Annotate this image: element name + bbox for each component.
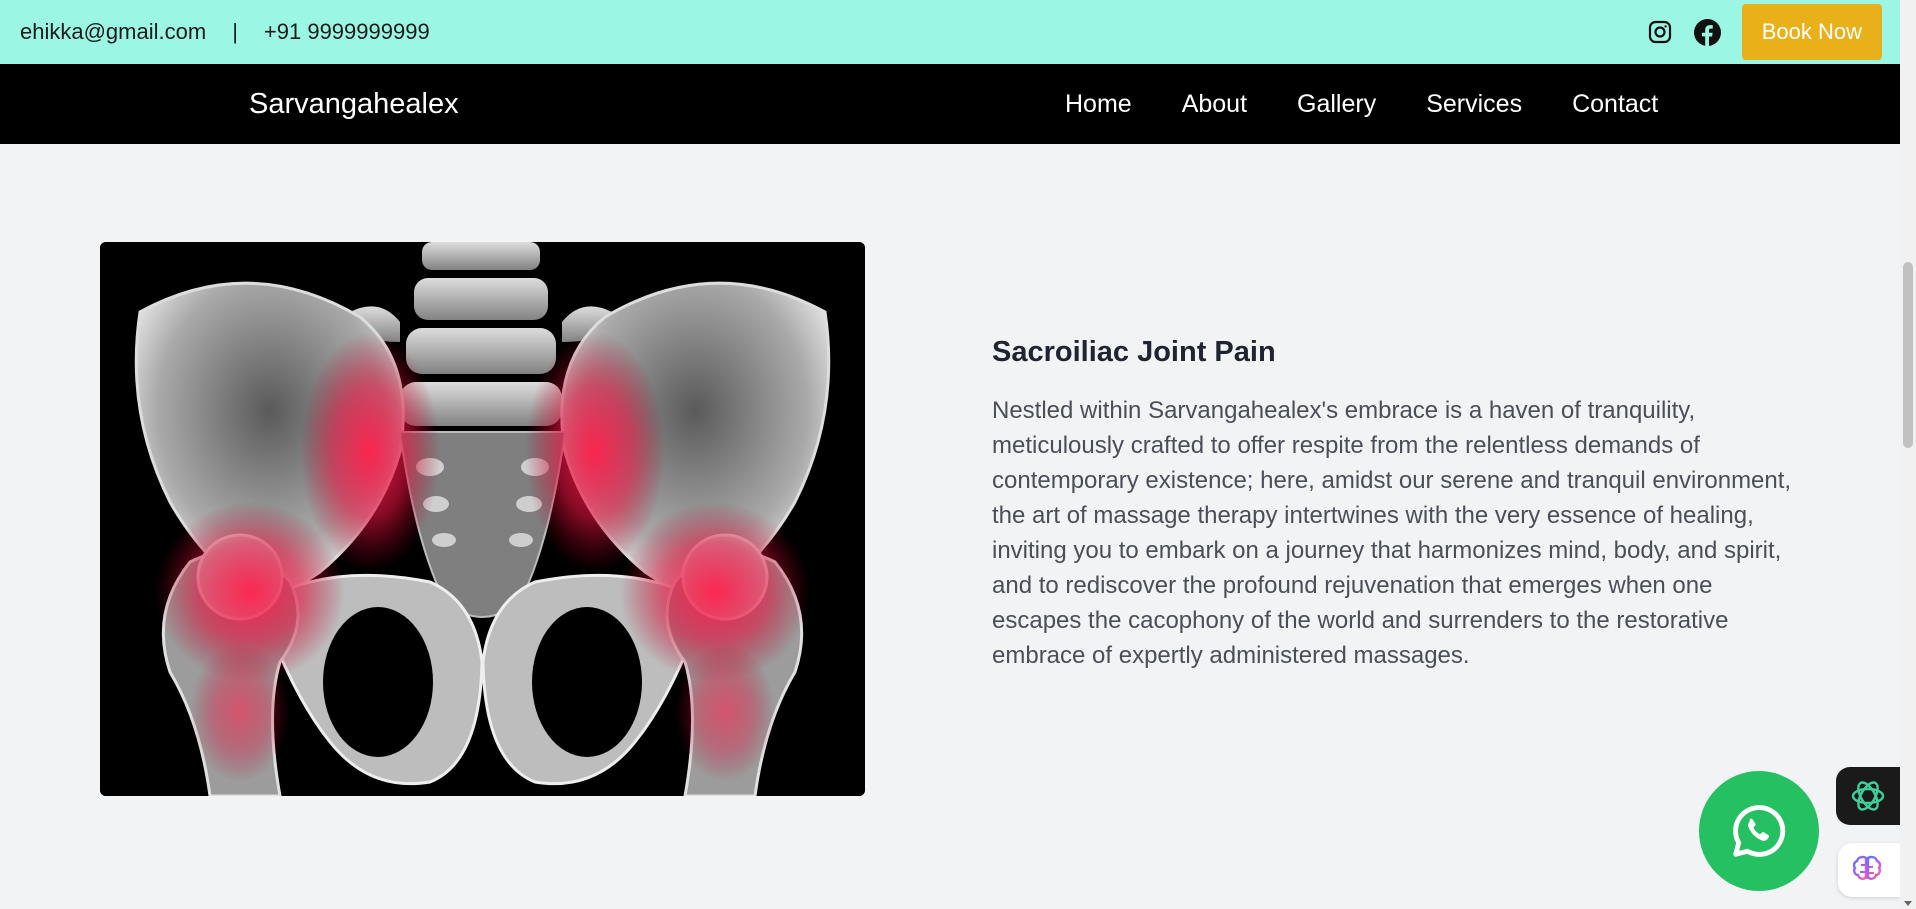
nav-home[interactable]: Home <box>1065 90 1132 119</box>
book-now-button[interactable]: Book Now <box>1741 4 1882 60</box>
contact-separator: | <box>232 19 238 44</box>
top-contact-bar: ehikka@gmail.com | +91 9999999999 Book N… <box>0 0 1900 64</box>
contact-email[interactable]: ehikka@gmail.com <box>20 19 206 45</box>
nav-links: Home About Gallery Services Contact <box>1065 90 1658 119</box>
nav-gallery[interactable]: Gallery <box>1297 90 1376 119</box>
contact-info: ehikka@gmail.com | +91 9999999999 <box>20 19 430 45</box>
brand-logo-text[interactable]: Sarvangahealex <box>249 88 459 121</box>
nav-about[interactable]: About <box>1182 90 1247 119</box>
nav-contact[interactable]: Contact <box>1572 90 1658 119</box>
whatsapp-icon[interactable] <box>1699 771 1819 891</box>
scrollbar-thumb[interactable] <box>1903 262 1913 448</box>
page-scrollbar[interactable] <box>1900 0 1916 909</box>
instagram-icon[interactable] <box>1646 18 1674 46</box>
topbar-actions: Book Now <box>1646 4 1882 60</box>
service-body: Nestled within Sarvangahealex's embrace … <box>992 397 1792 669</box>
service-description: Sacroiliac Joint Pain Nestled within Sar… <box>992 336 1792 673</box>
facebook-icon[interactable] <box>1694 18 1722 46</box>
brain-icon[interactable] <box>1838 843 1900 897</box>
contact-phone[interactable]: +91 9999999999 <box>264 19 430 45</box>
main-navbar: Sarvangahealex Home About Gallery Servic… <box>0 64 1900 144</box>
nav-services[interactable]: Services <box>1426 90 1522 119</box>
pelvis-xray-image <box>100 242 865 796</box>
scroll-down-icon[interactable] <box>1904 901 1912 906</box>
service-title: Sacroiliac Joint Pain <box>992 336 1276 368</box>
openai-icon[interactable] <box>1836 767 1900 825</box>
